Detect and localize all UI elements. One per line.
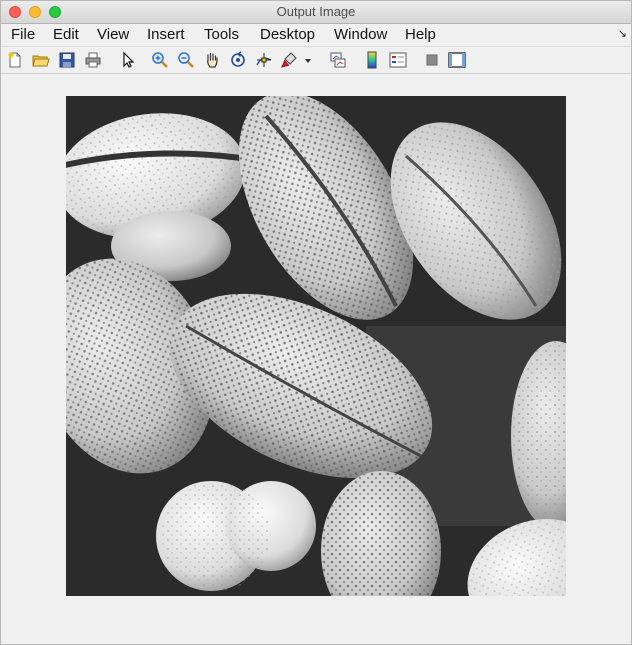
figure-canvas <box>1 74 631 644</box>
menu-bar: File Edit View Insert Tools Desktop Wind… <box>1 24 631 47</box>
data-cursor-icon[interactable] <box>255 51 273 69</box>
pan-icon[interactable] <box>203 51 221 69</box>
dock-arrow-icon[interactable]: ↘ <box>618 27 627 40</box>
figure-window: Output Image File Edit View Insert Tools… <box>0 0 632 645</box>
menu-desktop[interactable]: Desktop <box>260 26 315 43</box>
menu-window[interactable]: Window <box>334 26 387 43</box>
menu-edit[interactable]: Edit <box>53 26 79 43</box>
print-icon[interactable] <box>84 51 102 69</box>
open-file-icon[interactable] <box>32 51 50 69</box>
save-icon[interactable] <box>58 51 76 69</box>
show-plot-tools-icon[interactable] <box>448 51 466 69</box>
brush-icon[interactable] <box>281 51 299 69</box>
pointer-icon[interactable] <box>119 51 137 69</box>
colorbar-icon[interactable] <box>363 51 381 69</box>
hide-plot-tools-icon[interactable] <box>423 51 441 69</box>
zoom-in-icon[interactable] <box>151 51 169 69</box>
menu-view[interactable]: View <box>97 26 129 43</box>
link-plot-icon[interactable] <box>329 51 347 69</box>
zoom-out-icon[interactable] <box>177 51 195 69</box>
menu-insert[interactable]: Insert <box>147 26 185 43</box>
new-figure-icon[interactable] <box>6 51 24 69</box>
menu-help[interactable]: Help <box>405 26 436 43</box>
window-title: Output Image <box>276 4 356 19</box>
menu-file[interactable]: File <box>11 26 35 43</box>
menu-tools[interactable]: Tools <box>204 26 239 43</box>
pollen-grains-image <box>66 96 566 596</box>
legend-icon[interactable] <box>389 51 407 69</box>
rotate-3d-icon[interactable] <box>229 51 247 69</box>
dropdown-arrow-icon[interactable] <box>303 51 313 69</box>
figure-toolbar <box>1 47 631 74</box>
pollen-image <box>66 96 566 596</box>
title-bar[interactable]: Output Image <box>1 1 631 24</box>
